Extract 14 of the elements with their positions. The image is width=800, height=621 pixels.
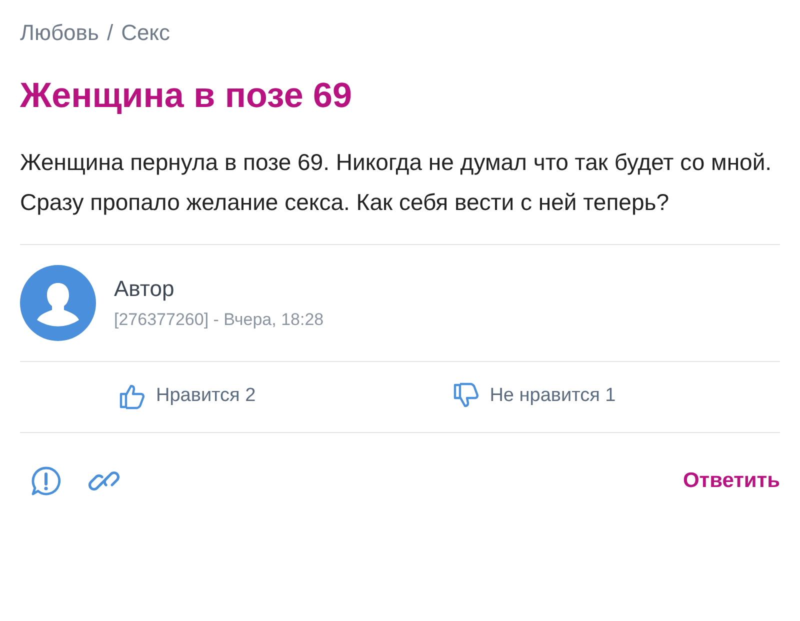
author-meta: [276377260] - Вчера, 18:28 bbox=[114, 310, 324, 330]
report-icon[interactable] bbox=[30, 465, 62, 497]
avatar-icon bbox=[20, 265, 96, 341]
author-name[interactable]: Автор bbox=[114, 276, 324, 302]
breadcrumb-separator: / bbox=[106, 20, 114, 46]
question-text: Женщина пернула в позе 69. Никогда не думал что так будет со мной. Сразу пропало желание секса. Как себя вести с ней теперь? bbox=[20, 148, 773, 217]
thumbs-down-icon bbox=[452, 382, 480, 410]
reply-button[interactable]: Ответить bbox=[682, 469, 780, 493]
thumbs-up-icon bbox=[118, 382, 146, 410]
dislike-button[interactable]: Не нравится 1 bbox=[452, 382, 616, 410]
question-title: Женщина в позе 69 bbox=[20, 76, 353, 116]
breadcrumb-link[interactable]: Секс bbox=[121, 20, 170, 46]
like-button[interactable]: Нравится 2 bbox=[118, 382, 256, 410]
breadcrumb-link[interactable]: Любовь bbox=[20, 20, 99, 46]
